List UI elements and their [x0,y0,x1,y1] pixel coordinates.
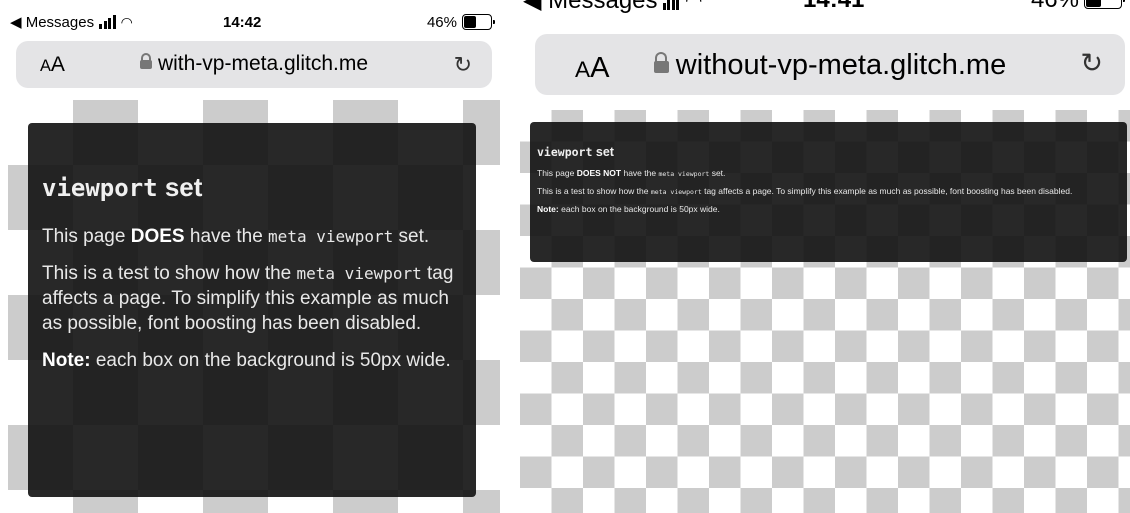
p2-pre: This is a test to show how the [42,263,297,284]
wifi-icon: ◠ [685,0,703,12]
p1-post: set. [709,168,726,178]
p1-bold: DOES [130,226,185,247]
p3-bold: Note: [537,204,559,214]
card-title: viewport set [537,144,1119,160]
p2-code: meta viewport [296,264,422,283]
title-code: viewport [537,145,593,159]
p1-code: meta viewport [268,227,394,246]
battery-percent: 46% [426,13,457,31]
status-bar: ◀ Messages ◠ 14:42 46% [8,8,500,36]
lock-icon [139,59,152,69]
wifi-icon: ◠ [120,13,133,30]
p3-bold: Note: [42,350,91,371]
title-rest: set [157,172,203,202]
card-title: viewport set [42,171,462,204]
clock: 14:42 [223,13,262,31]
p1-code: meta viewport [658,170,710,178]
battery-icon [1084,0,1125,9]
address-bar[interactable]: AA without-vp-meta.glitch.me ↻ [535,34,1125,95]
p1-mid: have the [621,168,659,178]
paragraph-viewport-status: This page DOES NOT have the meta viewpor… [537,168,1119,180]
battery-status: 46% [1031,0,1125,14]
info-card: viewport set This page DOES have the met… [28,123,476,497]
url-text: with-vp-meta.glitch.me [157,52,369,75]
battery-percent: 46% [1031,0,1079,14]
address-bar[interactable]: AA with-vp-meta.glitch.me ↻ [16,41,492,88]
clock: 14:41 [803,0,864,14]
p1-pre: This page [42,226,131,247]
url-text: without-vp-meta.glitch.me [675,49,1007,81]
back-label: ◀ Messages [523,0,658,14]
lock-icon [653,60,669,73]
info-card: viewport set This page DOES NOT have the… [530,122,1127,262]
back-to-messages[interactable]: ◀ Messages ◠ [523,0,702,15]
p3-post: each box on the background is 50px wide. [90,350,451,371]
signal-icon [99,15,116,29]
page-content: viewport set This page DOES NOT have the… [520,110,1130,513]
signal-icon [662,0,680,10]
back-to-messages[interactable]: ◀ Messages ◠ [10,13,133,32]
p3-post: each box on the background is 50px wide. [558,204,720,214]
p1-pre: This page [537,168,577,178]
battery-status: 46% [426,13,495,31]
p2-pre: This is a test to show how the [537,186,651,196]
title-rest: set [592,145,614,159]
p2-post: tag affects a page. To simplify this exa… [701,186,1073,196]
p1-post: set. [393,226,430,247]
url-display[interactable]: with-vp-meta.glitch.me [16,52,492,76]
reload-icon[interactable]: ↻ [454,52,472,78]
p1-mid: have the [184,226,269,247]
url-display[interactable]: without-vp-meta.glitch.me [535,49,1125,82]
paragraph-test-description: This is a test to show how the meta view… [537,186,1119,198]
phone-screenshot-with-viewport: ◀ Messages ◠ 14:42 46% AA with-vp-meta.g… [8,0,500,513]
back-label: ◀ Messages [10,14,95,31]
paragraph-viewport-status: This page DOES have the meta viewport se… [42,224,462,249]
status-bar: ◀ Messages ◠ 14:41 46% [520,0,1130,14]
phone-screenshot-without-viewport: ◀ Messages ◠ 14:41 46% AA without-vp-met… [520,0,1130,513]
paragraph-note: Note: each box on the background is 50px… [42,348,462,373]
page-content: viewport set This page DOES have the met… [8,100,500,513]
title-code: viewport [42,174,158,202]
paragraph-test-description: This is a test to show how the meta view… [42,261,462,336]
paragraph-note: Note: each box on the background is 50px… [537,204,1119,215]
reload-icon[interactable]: ↻ [1080,48,1103,79]
p2-code: meta viewport [650,188,702,196]
p1-bold: DOES NOT [576,168,622,178]
battery-icon [462,14,495,30]
